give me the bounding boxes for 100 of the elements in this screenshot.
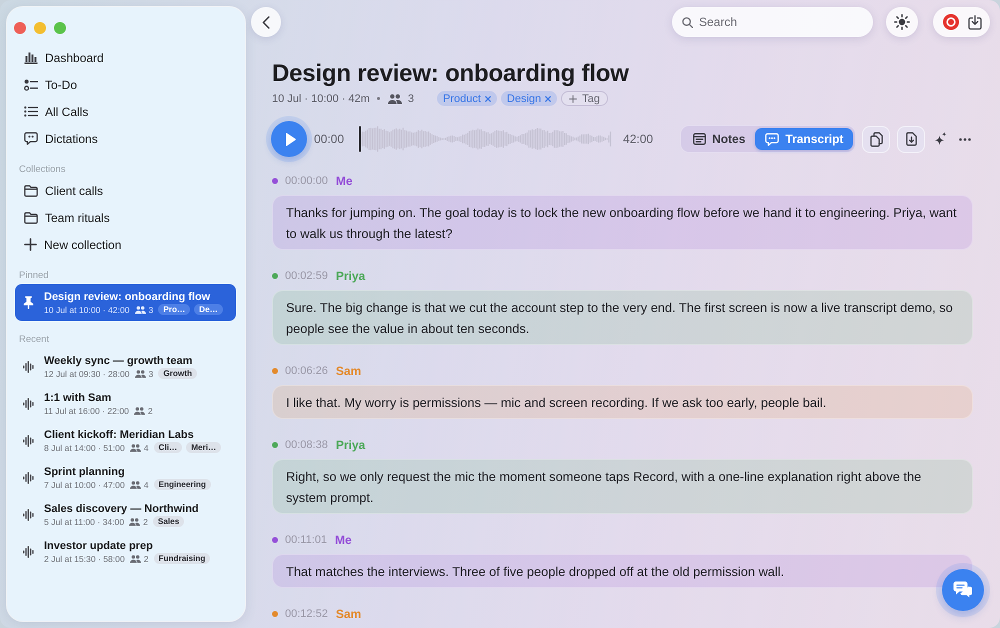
- nav-item[interactable]: Dictations: [15, 125, 237, 152]
- chat-bubble-icon: [765, 132, 780, 146]
- pin-icon: [23, 296, 34, 309]
- chat-button[interactable]: [942, 569, 984, 611]
- people-icon: [134, 406, 145, 414]
- participant-count: 2: [143, 516, 148, 526]
- speaker-name: Sam: [336, 364, 362, 378]
- call-item[interactable]: Design review: onboarding flow 10 Jul at 10:00 · 42:00 3 Pro… De…: [15, 284, 236, 321]
- note-icon: [693, 133, 706, 145]
- call-item[interactable]: Weekly sync — growth team 12 Jul at 09:30 · 28:00 3 Growth: [15, 348, 236, 385]
- speaker-name: Me: [336, 174, 352, 188]
- record-icon[interactable]: [943, 14, 959, 30]
- more-icon[interactable]: [959, 138, 972, 140]
- list-icon: [24, 106, 38, 117]
- waveform-icon: [23, 546, 34, 558]
- close-icon[interactable]: [484, 96, 491, 102]
- message-bubble: Right, so we only request the mic the moment someone taps Record, with a one-line explanation right above the system prompt.: [272, 459, 973, 514]
- message-bubble: That matches the interviews. Three of five people dropped off at the old permission wall.: [272, 554, 973, 588]
- message-bubble: Sure. The big change is that we cut the account step to the very end. The first screen is now a live transcript demo, so people see the value in about ten seconds.: [272, 290, 973, 345]
- add-tag-button[interactable]: Tag: [561, 91, 608, 106]
- checklist-icon: [24, 78, 38, 90]
- participant-count: 3: [148, 304, 154, 314]
- call-item[interactable]: Investor update prep 2 Jul at 15:30 · 58:00 2 Fundraising: [15, 533, 236, 570]
- back-button[interactable]: [251, 7, 281, 37]
- timestamp: 00:06:26: [285, 365, 328, 377]
- timestamp: 00:11:01: [285, 534, 328, 546]
- folder-icon: [24, 184, 38, 196]
- participant-count: 4: [144, 480, 149, 490]
- participant-count: 2: [148, 406, 153, 416]
- tag: De…: [194, 304, 223, 315]
- call-title: Client kickoff: Meridian Labs: [44, 428, 195, 442]
- tag: Pro…: [158, 304, 190, 315]
- timestamp: 00:02:59: [285, 270, 328, 282]
- search-field[interactable]: Search: [672, 7, 873, 37]
- speech-bubble-icon: [24, 132, 38, 145]
- playhead[interactable]: [359, 126, 362, 152]
- collection-item[interactable]: Client calls: [15, 177, 237, 204]
- timestamp: 00:00:00: [285, 175, 328, 187]
- copy-button[interactable]: [862, 126, 890, 152]
- tag: Sales: [152, 516, 184, 527]
- waveform-icon: [23, 360, 34, 372]
- speaker-name: Priya: [336, 269, 366, 283]
- nav-item[interactable]: Dashboard: [15, 44, 237, 71]
- file-download-icon: [906, 132, 917, 146]
- search-icon: [682, 17, 693, 28]
- waveform-icon: [23, 508, 34, 520]
- call-item[interactable]: Sales discovery — Northwind 5 Jul at 11:00 · 34:00 2 Sales: [15, 496, 236, 533]
- waveform-icon: [23, 472, 34, 484]
- participant-count: 2: [144, 554, 149, 564]
- sun-icon[interactable]: [894, 14, 910, 30]
- collection-item[interactable]: Team rituals: [15, 204, 237, 231]
- page-title: Design review: onboarding flow: [272, 59, 630, 89]
- speaker-name: Me: [335, 533, 352, 547]
- plus-icon: [24, 238, 37, 251]
- theme-button[interactable]: [886, 7, 918, 37]
- call-title: Sales discovery — Northwind: [44, 502, 199, 516]
- nav-item[interactable]: All Calls: [15, 98, 237, 125]
- people-icon: [129, 518, 140, 526]
- call-item[interactable]: 1:1 with Sam 11 Jul at 16:00 · 22:00 2: [15, 385, 236, 422]
- people-icon: [134, 306, 146, 314]
- call-meta: 5 Jul at 11:00 · 34:00: [44, 516, 124, 526]
- call-title: Investor update prep: [44, 538, 154, 552]
- chat-icon: [953, 581, 973, 599]
- download-icon[interactable]: [968, 14, 982, 30]
- tag: Engineering: [154, 479, 211, 490]
- call-title: Weekly sync — growth team: [44, 354, 194, 368]
- people-icon: [130, 480, 141, 488]
- call-meta: 8 Jul at 14:00 · 51:00: [44, 442, 125, 452]
- people-icon: [130, 444, 141, 452]
- view-tab[interactable]: Transcript: [755, 128, 854, 150]
- call-meta: 10 Jul at 10:00 · 42:00: [44, 304, 130, 314]
- section-heading: Collections: [18, 164, 66, 176]
- waveform-icon: [23, 398, 34, 410]
- section-heading: Recent: [18, 334, 50, 346]
- new-collection-button[interactable]: New collection: [15, 231, 237, 258]
- people-icon: [388, 94, 402, 104]
- tag: Cli…: [154, 442, 182, 453]
- bar-chart-icon: [24, 52, 38, 64]
- export-button[interactable]: [897, 126, 926, 152]
- play-button[interactable]: [271, 121, 307, 157]
- call-meta: 11 Jul at 16:00 · 22:00: [44, 406, 129, 416]
- speaker-name: Priya: [336, 438, 366, 452]
- call-item[interactable]: Client kickoff: Meridian Labs 8 Jul at 14:00 · 51:00 4 Cli… Meri…: [15, 422, 236, 459]
- call-item[interactable]: Sprint planning 7 Jul at 10:00 · 47:00 4 Engineering: [15, 459, 236, 496]
- tag: Growth: [158, 368, 197, 379]
- copy-icon: [870, 132, 883, 146]
- close-icon[interactable]: [545, 96, 552, 102]
- tag: Meri…: [186, 442, 222, 453]
- participant-count: 4: [144, 442, 149, 452]
- sparkle-icon[interactable]: [934, 132, 948, 146]
- close-button[interactable]: [14, 22, 26, 34]
- plus-icon: [569, 94, 578, 102]
- call-meta: 12 Jul at 09:30 · 28:00: [44, 368, 130, 378]
- call-title: Design review: onboarding flow: [44, 290, 212, 304]
- view-tab[interactable]: Notes: [683, 128, 756, 150]
- call-title: Sprint planning: [44, 464, 126, 478]
- nav-item[interactable]: To-Do: [15, 71, 237, 98]
- message-bubble: I like that. My worry is permissions — mic and screen recording. If we ask too early, people bail.: [272, 385, 973, 419]
- section-heading: Pinned: [18, 270, 50, 282]
- waveform-icon: [23, 434, 34, 446]
